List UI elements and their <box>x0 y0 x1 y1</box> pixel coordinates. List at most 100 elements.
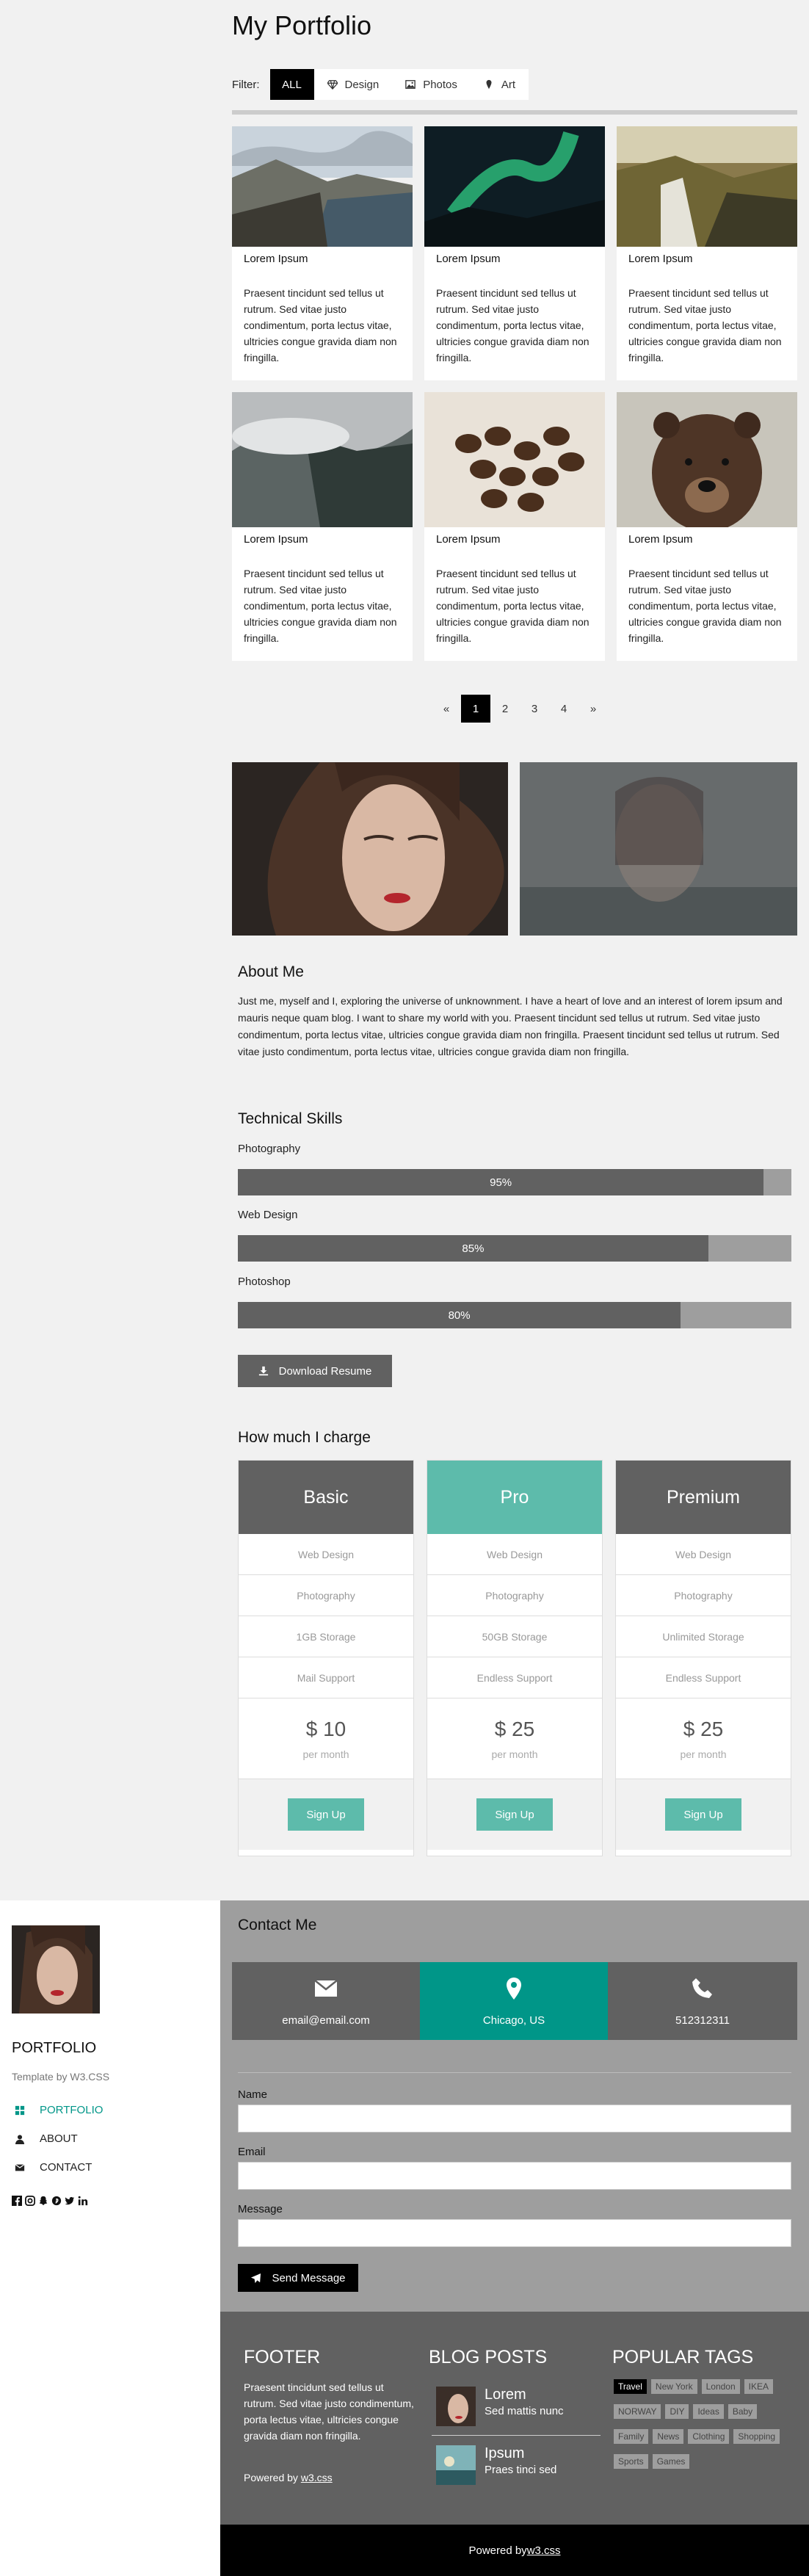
blog-post[interactable]: Lorem Sed mattis nunc <box>436 2387 564 2426</box>
plan-price: $ 25 per month <box>616 1698 791 1779</box>
tag[interactable]: Ideas <box>693 2404 724 2419</box>
skill-fill: 85% <box>238 1235 708 1262</box>
tag[interactable]: News <box>653 2429 684 2444</box>
price-amount: $ 25 <box>494 1717 535 1740</box>
skill-label: Photography <box>238 1143 301 1155</box>
powered-prefix: Powered by <box>244 2472 301 2483</box>
portfolio-card[interactable]: Lorem Ipsum Praesent tincidunt sed tellu… <box>232 527 413 661</box>
phone-icon <box>692 1978 712 1998</box>
pagination-prev[interactable]: « <box>432 695 461 723</box>
portfolio-card[interactable]: Lorem Ipsum Praesent tincidunt sed tellu… <box>424 527 605 661</box>
snapchat-icon[interactable] <box>38 2196 48 2206</box>
sign-up-button[interactable]: Sign Up <box>476 1798 553 1831</box>
about-text: Just me, myself and I, exploring the uni… <box>238 995 783 1057</box>
footer-title: FOOTER <box>244 2347 321 2367</box>
bottom-w3css-link[interactable]: w3.css <box>527 2544 561 2557</box>
filter-design-button[interactable]: Design <box>313 69 393 100</box>
name-label: Name <box>238 2088 268 2101</box>
tag[interactable]: Travel <box>614 2379 647 2394</box>
card-text: Praesent tincidunt sed tellus ut rutrum.… <box>628 287 782 363</box>
sidebar-item-contact[interactable]: CONTACT <box>15 2161 92 2174</box>
divider <box>432 2435 601 2436</box>
card-image-clouds[interactable] <box>232 392 413 527</box>
pagination-page-4[interactable]: 4 <box>549 695 578 723</box>
user-icon <box>15 2134 25 2144</box>
pagination-page-3[interactable]: 3 <box>520 695 549 723</box>
contact-location: Chicago, US <box>482 2014 545 2027</box>
pagination-page-2[interactable]: 2 <box>490 695 520 723</box>
portfolio-card[interactable]: Lorem Ipsum Praesent tincidunt sed tellu… <box>232 247 413 380</box>
portfolio-card[interactable]: Lorem Ipsum Praesent tincidunt sed tellu… <box>617 527 797 661</box>
tag[interactable]: London <box>701 2379 740 2394</box>
pinterest-icon[interactable] <box>51 2196 62 2206</box>
contact-phone: 512312311 <box>675 2014 730 2027</box>
skills-title: Technical Skills <box>238 1110 343 1127</box>
card-title: Lorem Ipsum <box>436 533 501 546</box>
twitter-icon[interactable] <box>65 2196 75 2206</box>
card-title: Lorem Ipsum <box>244 253 308 265</box>
pagination-next[interactable]: » <box>578 695 608 723</box>
footer-powered: Powered by w3.css <box>244 2472 333 2483</box>
card-title: Lorem Ipsum <box>628 253 693 265</box>
card-image-bear[interactable] <box>617 392 797 527</box>
facebook-icon[interactable] <box>12 2196 22 2206</box>
blog-title: BLOG POSTS <box>429 2347 548 2367</box>
skill-fill: 80% <box>238 1302 681 1328</box>
linkedin-icon[interactable] <box>78 2196 88 2206</box>
w3css-link[interactable]: w3.css <box>301 2472 333 2483</box>
portfolio-card[interactable]: Lorem Ipsum Praesent tincidunt sed tellu… <box>617 247 797 380</box>
email-field[interactable] <box>238 2162 791 2190</box>
card-image-mountains[interactable] <box>232 126 413 247</box>
pagination-page-1[interactable]: 1 <box>461 695 490 723</box>
instagram-icon[interactable] <box>25 2196 35 2206</box>
tag[interactable]: New York <box>650 2379 697 2394</box>
filter-art-button[interactable]: Art <box>470 69 529 100</box>
portrait-image-rain <box>520 762 797 936</box>
email-label: Email <box>238 2146 266 2158</box>
blog-post-subtitle: Praes tinci sed <box>485 2464 557 2476</box>
tag[interactable]: NORWAY <box>614 2404 661 2419</box>
contact-email-box: email@email.com <box>232 1962 420 2040</box>
download-resume-button[interactable]: Download Resume <box>238 1355 392 1387</box>
filter-all-button[interactable]: ALL <box>269 69 314 100</box>
card-image-coffee[interactable] <box>424 392 605 527</box>
send-message-button[interactable]: Send Message <box>238 2264 358 2292</box>
card-text: Praesent tincidunt sed tellus ut rutrum.… <box>436 568 589 644</box>
contact-title: Contact Me <box>238 1917 317 1933</box>
sidebar-title: PORTFOLIO <box>12 2040 97 2056</box>
card-title: Lorem Ipsum <box>628 533 693 546</box>
sidebar-item-portfolio[interactable]: PORTFOLIO <box>15 2104 103 2116</box>
card-text: Praesent tincidunt sed tellus ut rutrum.… <box>436 287 589 363</box>
plan-feature: Photography <box>427 1575 602 1616</box>
card-title: Lorem Ipsum <box>244 533 308 546</box>
filter-photos-button[interactable]: Photos <box>392 69 471 100</box>
divider <box>232 110 797 115</box>
tag[interactable]: IKEA <box>744 2379 774 2394</box>
portfolio-card[interactable]: Lorem Ipsum Praesent tincidunt sed tellu… <box>424 247 605 380</box>
name-field[interactable] <box>238 2105 791 2132</box>
tag[interactable]: Sports <box>614 2454 648 2469</box>
message-field[interactable] <box>238 2219 791 2247</box>
sign-up-button[interactable]: Sign Up <box>288 1798 364 1831</box>
card-image-aurora[interactable] <box>424 126 605 247</box>
skill-fill: 95% <box>238 1169 764 1195</box>
tag[interactable]: Games <box>652 2454 690 2469</box>
plan-basic: Basic Web Design Photography 1GB Storage… <box>238 1460 414 1856</box>
plan-feature: Endless Support <box>427 1657 602 1698</box>
tag[interactable]: DIY <box>665 2404 689 2419</box>
filter-all-label: ALL <box>282 78 302 91</box>
card-image-waterfall[interactable] <box>617 126 797 247</box>
contact-phone-box: 512312311 <box>608 1962 797 2040</box>
tag[interactable]: Family <box>614 2429 649 2444</box>
sign-up-button[interactable]: Sign Up <box>665 1798 741 1831</box>
skill-bar: 80% <box>238 1302 791 1328</box>
tags-title: POPULAR TAGS <box>612 2347 754 2367</box>
envelope-icon <box>15 2163 25 2171</box>
avatar <box>12 1925 100 2014</box>
tag[interactable]: Shopping <box>733 2429 780 2444</box>
sidebar-item-label: ABOUT <box>40 2132 78 2145</box>
tag[interactable]: Baby <box>728 2404 758 2419</box>
sidebar-item-about[interactable]: ABOUT <box>15 2132 78 2145</box>
tag[interactable]: Clothing <box>688 2429 730 2444</box>
blog-post[interactable]: Ipsum Praes tinci sed <box>436 2445 556 2485</box>
